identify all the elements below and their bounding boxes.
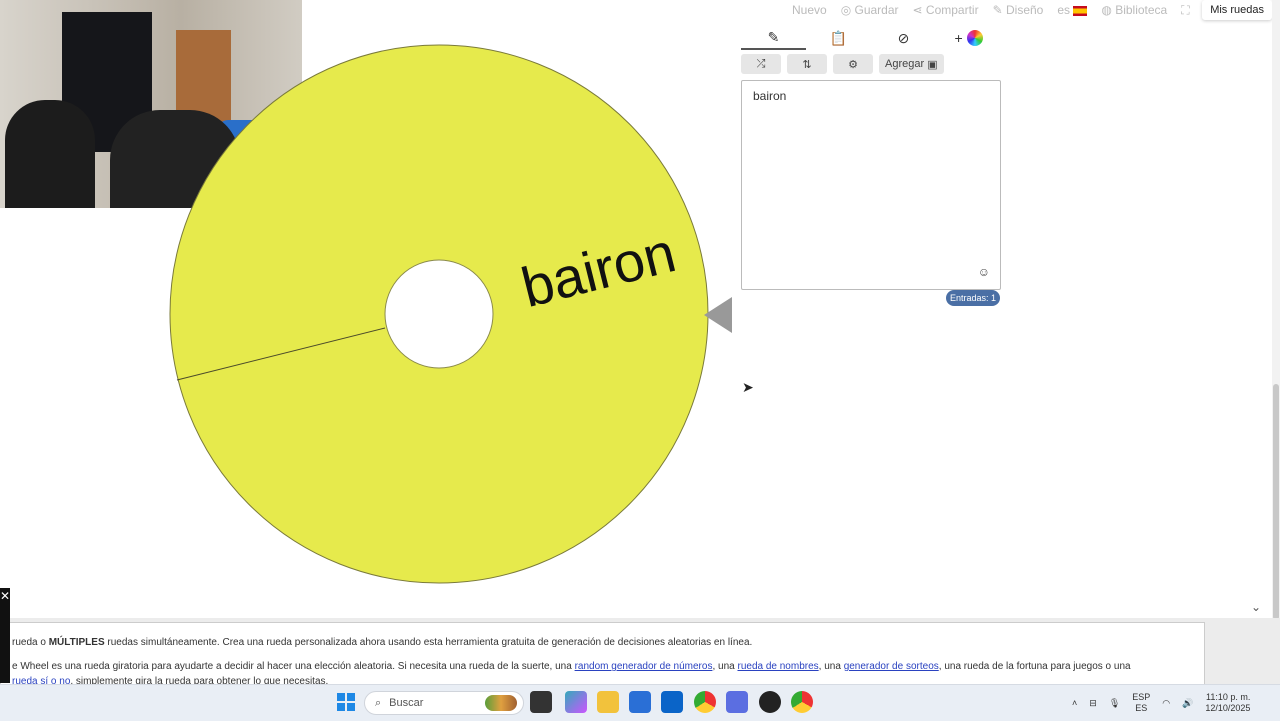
gear-icon: ⚙ (848, 58, 858, 71)
clipboard-icon: 📋 (829, 29, 848, 46)
nav-compartir[interactable]: ⋖ Compartir (913, 3, 979, 17)
tab-add-wheel[interactable]: + (936, 26, 1001, 50)
link-raffle-generator[interactable]: generador de sorteos (844, 661, 939, 672)
windows-taskbar: ⌕ Buscar ˄ ⊟ 🎙 ESP ES ◠ 🔊 11:10 p. m. 12/10… (0, 684, 1280, 721)
link-name-wheel[interactable]: rueda de nombres (737, 661, 818, 672)
close-overlay-button[interactable]: ✕ (0, 588, 10, 683)
task-view-icon[interactable] (530, 691, 552, 713)
description-line-2-b: , una (712, 661, 738, 672)
nav-guardar-label: Guardar (854, 3, 899, 17)
shuffle-icon: ⤮ (756, 57, 766, 70)
chrome-icon[interactable] (694, 691, 716, 713)
clock-time: 11:10 p. m. (1206, 692, 1251, 702)
volume-icon[interactable]: 🔊 (1182, 698, 1193, 709)
search-highlight-icon (485, 695, 517, 711)
system-tray: ˄ ⊟ 🎙 ESP ES ◠ 🔊 11:10 p. m. 12/10/2025 (1072, 685, 1250, 721)
network-icon[interactable]: ⊟ (1089, 698, 1097, 709)
clock-date: 12/10/2025 (1205, 703, 1251, 713)
nav-diseno[interactable]: ✎ Diseño (993, 3, 1044, 17)
copilot-icon[interactable] (565, 691, 587, 713)
settings-button[interactable]: ⚙ (833, 54, 873, 74)
store-icon[interactable] (629, 691, 651, 713)
entries-textarea[interactable]: bairon ☺ (741, 80, 1001, 290)
nav-guardar[interactable]: ◎ Guardar (841, 3, 899, 17)
description-line-1: rueda o MÚLTIPLES ruedas simultáneamente… (12, 637, 752, 648)
spain-flag-icon (1073, 5, 1088, 16)
eye-off-icon: ⊘ (897, 29, 910, 46)
emoji-icon[interactable]: ☺ (978, 265, 990, 279)
nav-language-label: es (1057, 3, 1071, 17)
entries-toolbar: ⤮ ⇅ ⚙ Agregar ▣ (741, 54, 1001, 74)
wifi-icon[interactable]: ◠ (1162, 698, 1170, 709)
file-explorer-icon[interactable] (597, 691, 619, 713)
webcam-person-left (5, 100, 95, 208)
fullscreen-icon[interactable]: ⛶ (1181, 3, 1189, 18)
shuffle-button[interactable]: ⤮ (741, 54, 781, 74)
clock[interactable]: 11:10 p. m. 12/10/2025 (1205, 692, 1250, 714)
page-scrollbar-thumb[interactable] (1273, 384, 1279, 620)
windows-start-icon[interactable] (335, 691, 357, 713)
microphone-icon[interactable]: 🎙 (1109, 698, 1120, 709)
nav-biblioteca-label: Biblioteca (1115, 3, 1168, 17)
description-line-2-d: , una rueda de la fortuna para juegos o … (938, 661, 1131, 672)
tab-edit[interactable]: ✎ (741, 26, 806, 50)
lang-top: ESP (1132, 692, 1151, 702)
lang-bottom: ES (1135, 703, 1148, 713)
description-line-2: e Wheel es una rueda giratoria para ayud… (12, 661, 1131, 672)
tab-hide[interactable]: ⊘ (871, 26, 936, 50)
color-wheel-icon (966, 30, 983, 46)
outlook-icon[interactable] (661, 691, 683, 713)
obs-icon[interactable] (759, 691, 781, 713)
description-line-2-c: , una (818, 661, 844, 672)
description-line-2-a: e Wheel es una rueda giratoria para ayud… (12, 661, 575, 672)
pencil-icon: ✎ (767, 28, 780, 45)
chevron-up-icon[interactable]: ˄ (1072, 698, 1077, 708)
nav-language[interactable]: es (1057, 3, 1088, 17)
nav-compartir-label: Compartir (925, 3, 979, 17)
add-image-label: Agregar (885, 58, 925, 70)
description-line-1-prefix: rueda o (12, 637, 49, 648)
tab-results[interactable]: 📋 (806, 26, 871, 50)
spin-wheel[interactable]: bairon (169, 44, 709, 584)
panel-tabs: ✎ 📋 ⊘ + (741, 26, 1001, 50)
language-indicator[interactable]: ESP ES (1132, 692, 1150, 714)
sort-icon: ⇅ (802, 58, 812, 71)
sort-button[interactable]: ⇅ (787, 54, 827, 74)
plus-icon: + (954, 30, 963, 46)
mis-ruedas-button[interactable]: Mis ruedas (1202, 0, 1272, 20)
taskbar-search-placeholder: Buscar (389, 697, 424, 709)
entries-panel: ✎ 📋 ⊘ + ⤮ ⇅ ⚙ Agregar ▣ bairon ☺ Entrada… (741, 26, 1001, 306)
description-box: rueda o MÚLTIPLES ruedas simultáneamente… (0, 622, 1205, 686)
link-random-number[interactable]: random generador de números (575, 661, 713, 672)
entries-count-badge: Entradas: 1 (945, 290, 1000, 306)
wheel-center-hole[interactable] (384, 259, 494, 369)
nav-diseno-label: Diseño (1006, 3, 1044, 17)
image-icon: ▣ (927, 58, 938, 71)
chevron-down-icon[interactable]: ⌄ (1251, 600, 1261, 614)
search-icon: ⌕ (375, 696, 382, 709)
description-line-1-suffix: ruedas simultáneamente. Crea una rueda p… (104, 637, 753, 648)
nav-nuevo[interactable]: Nuevo (792, 3, 827, 17)
app-icon-blue[interactable] (726, 691, 748, 713)
wheel-pointer-icon (704, 297, 732, 333)
description-line-1-bold: MÚLTIPLES (48, 637, 105, 648)
nav-biblioteca[interactable]: ◍ Biblioteca (1101, 3, 1167, 17)
mouse-cursor-icon: ➤ (742, 379, 754, 395)
entry-item: bairon (753, 89, 787, 103)
taskbar-search[interactable]: ⌕ Buscar (364, 691, 524, 715)
add-image-button[interactable]: Agregar ▣ (879, 54, 944, 74)
chrome-active-icon[interactable] (791, 691, 813, 713)
